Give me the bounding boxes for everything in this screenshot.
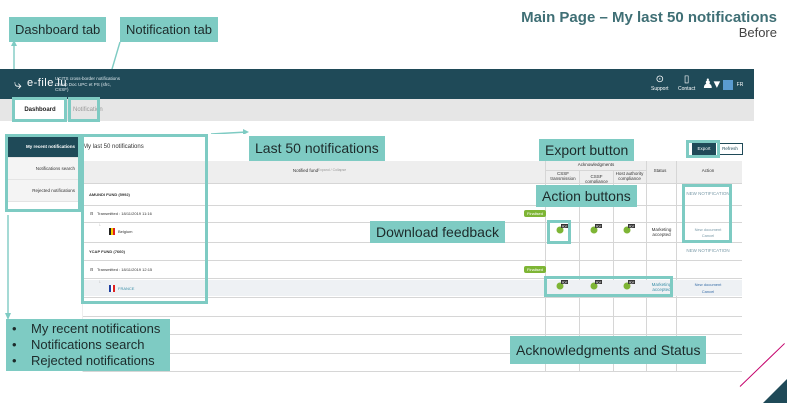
grid-divider — [83, 316, 742, 317]
brand-subtitle: UCITS cross-border notifications Group D… — [55, 76, 121, 92]
highlight-last-50 — [81, 134, 208, 304]
highlight-sidebar — [5, 134, 81, 212]
brand-logo-icon: ⤷ — [14, 76, 22, 92]
bullet-rejected: Rejected notifications — [31, 353, 155, 368]
pdf-download-icon[interactable]: PDF — [590, 224, 602, 234]
bullet-item: • Notifications search — [12, 337, 145, 352]
phone-icon: ▯ — [683, 74, 690, 85]
pdf-download-icon[interactable]: PDF — [623, 224, 635, 234]
callout-dashboard-tab: Dashboard tab — [9, 17, 107, 42]
support-label: Support — [651, 86, 669, 92]
refresh-label: Refresh — [722, 146, 738, 151]
app-topbar: ⤷ e-file.lu UCITS cross-border notificat… — [0, 69, 754, 99]
decorative-corner — [763, 379, 787, 403]
callout-download-feedback: Download feedback — [370, 221, 505, 243]
slide-title: Main Page – My last 50 notifications — [521, 9, 777, 26]
svg-text:PDF: PDF — [629, 224, 635, 228]
callout-notification-tab: Notification tab — [120, 17, 218, 42]
col-host-authority: Host authority compliance — [615, 171, 644, 181]
bullet-item: • My recent notifications — [12, 321, 161, 336]
col-status: Status — [653, 168, 667, 173]
callout-acks-status: Acknowledgments and Status — [510, 336, 707, 364]
grid-divider — [546, 170, 646, 171]
contact-link[interactable]: ▯ Contact — [678, 74, 695, 92]
support-icon: ⊙ — [655, 74, 664, 85]
callout-sidebar-list: • My recent notifications • Notification… — [6, 319, 171, 371]
svg-text:PDF: PDF — [596, 224, 602, 228]
cancel-link[interactable]: Cancel — [680, 289, 736, 294]
grid-divider — [83, 334, 742, 335]
support-link[interactable]: ⊙ Support — [651, 74, 669, 92]
col-action: Action — [701, 168, 715, 173]
highlight-notification-tab — [68, 97, 100, 122]
new-document-link[interactable]: New document — [680, 282, 736, 287]
refresh-button[interactable]: Refresh — [717, 143, 743, 155]
slide-title-block: Main Page – My last 50 notifications Bef… — [521, 9, 777, 40]
user-menu-icon[interactable]: ♟▾ — [702, 76, 720, 92]
highlight-acks-status — [544, 276, 673, 297]
bullet-recent: My recent notifications — [31, 321, 161, 336]
language-option-1[interactable] — [723, 80, 733, 90]
bullet-search: Notifications search — [31, 337, 145, 352]
callout-last-50: Last 50 notifications — [249, 136, 385, 161]
finalised-badge: Finalised — [524, 210, 547, 217]
col-cssf-transmission: CSSF transmission — [550, 171, 576, 181]
expand-collapse-toggle[interactable]: Expand / Collapse — [311, 168, 353, 173]
slide-subtitle: Before — [738, 25, 777, 40]
finalised-badge: Finalised — [524, 266, 547, 273]
grid-divider — [83, 371, 742, 372]
contact-label: Contact — [678, 86, 696, 92]
col-acknowledgments: Acknowledgments — [577, 162, 615, 167]
callout-export-button: Export button — [539, 139, 635, 161]
bullet-item: • Rejected notifications — [12, 353, 155, 368]
tab-bar: Dashboard Notification — [0, 99, 754, 121]
language-option-fr[interactable]: FR — [735, 80, 745, 90]
highlight-download-feedback — [547, 220, 571, 244]
status-text: Marketing accepted — [651, 227, 672, 237]
highlight-dashboard-tab — [12, 97, 67, 122]
highlight-action-buttons — [682, 184, 732, 243]
new-notification-button[interactable]: NEW NOTIFICATION — [680, 248, 736, 253]
callout-action-buttons: Action buttons — [536, 185, 637, 207]
highlight-export-button — [686, 140, 720, 158]
